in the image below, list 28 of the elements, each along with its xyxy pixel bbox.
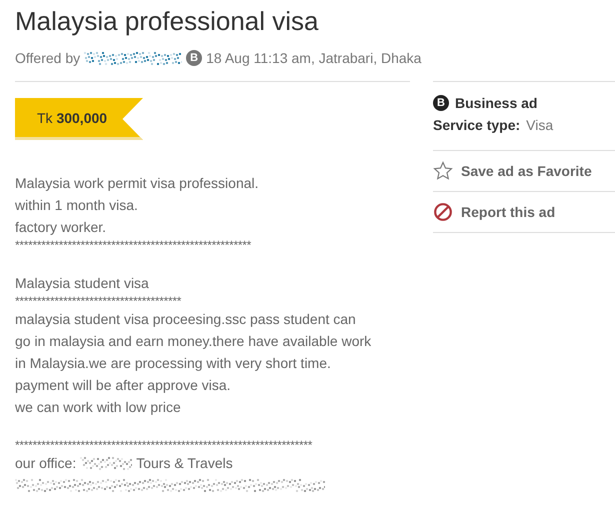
description-line: malaysia student visa proceesing.ssc pass student can	[15, 310, 357, 329]
redacted-text	[80, 456, 132, 470]
description-line: payment will be after approve visa.	[15, 376, 232, 395]
description-line: Malaysia work permit visa professional.	[15, 174, 260, 193]
prohibited-icon	[433, 202, 453, 222]
action-link[interactable]: Report this ad	[461, 204, 556, 220]
description-line: factory worker.	[15, 218, 108, 237]
business-badge: B	[186, 50, 202, 66]
separator-line: ********************************************************************	[15, 438, 314, 452]
star-icon	[433, 161, 453, 181]
service-type-value: Visa	[526, 117, 554, 133]
posted-info: 18 Aug 11:13 am, Jatrabari, Dhaka	[206, 50, 422, 66]
description-line: Malaysia student visa	[15, 274, 150, 293]
description-line: within 1 month visa.	[15, 196, 139, 215]
offered-by-label: Offered by	[15, 50, 80, 66]
office-name: Tours & Travels	[136, 454, 233, 473]
separator-line: ******************************************************	[15, 238, 252, 252]
business-badge: B	[433, 95, 449, 111]
service-type-label: Service type:	[433, 117, 520, 133]
description-line: in Malaysia.we are processing with very short time.	[15, 354, 332, 373]
ad-title: Malaysia professional visa	[15, 5, 320, 37]
action-link[interactable]: Save ad as Favorite	[461, 163, 592, 179]
description-line: go in malaysia and earn money.there have available work	[15, 332, 372, 351]
office-label: our office:	[15, 454, 76, 473]
separator-line: **************************************	[15, 294, 182, 308]
description-line: we can work with low price	[15, 398, 182, 417]
price-ribbon: Tk 300,000	[15, 98, 143, 140]
ad-type: Business ad	[455, 95, 538, 111]
